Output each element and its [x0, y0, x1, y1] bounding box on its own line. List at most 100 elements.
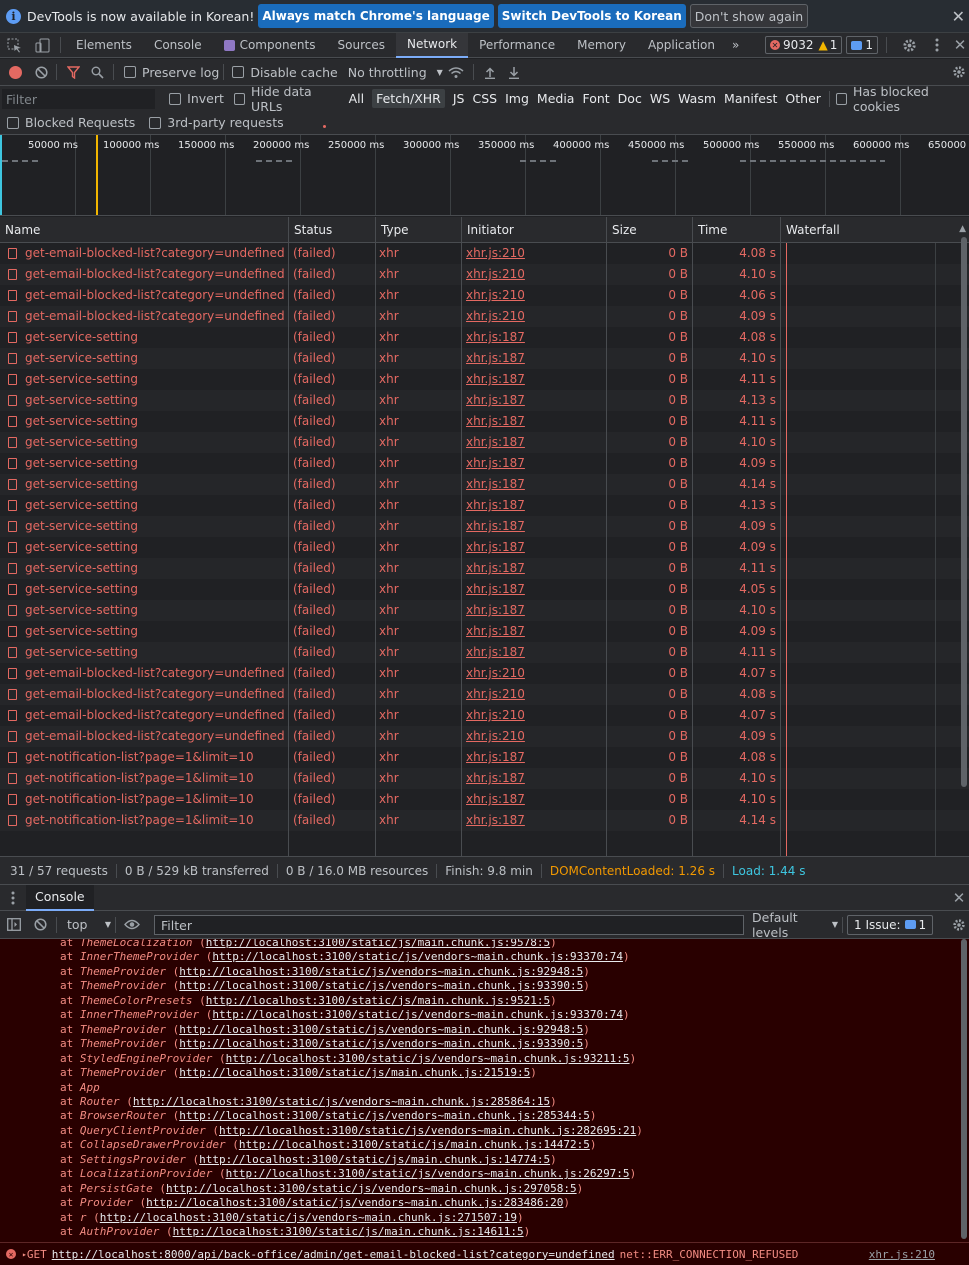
tab-console[interactable]: Console	[143, 33, 213, 58]
table-row[interactable]: get-service-setting (failed) xhr xhr.js:187…	[0, 327, 969, 348]
filter-type-media[interactable]: Media	[537, 91, 575, 106]
table-row[interactable]: get-notification-list?page=1&limit=10 (fa…	[0, 768, 969, 789]
table-row[interactable]: get-email-blocked-list?category=undefine…	[0, 306, 969, 327]
stack-source-link[interactable]: http://localhost:3100/static/js/vendors~…	[212, 950, 623, 963]
request-initiator-link[interactable]: xhr.js:187	[466, 327, 525, 348]
table-row[interactable]: get-email-blocked-list?category=undefine…	[0, 726, 969, 747]
column-type[interactable]: Type	[376, 217, 462, 243]
table-row[interactable]: get-service-setting (failed) xhr xhr.js:187…	[0, 474, 969, 495]
table-row[interactable]: get-email-blocked-list?category=undefine…	[0, 684, 969, 705]
messages-counter-button[interactable]: 1	[846, 36, 878, 54]
third-party-checkbox[interactable]: 3rd-party requests	[149, 115, 284, 130]
tab-sources[interactable]: Sources	[327, 33, 396, 58]
invert-checkbox[interactable]: Invert	[169, 91, 224, 106]
request-initiator-link[interactable]: xhr.js:187	[466, 558, 525, 579]
column-waterfall[interactable]: Waterfall	[781, 217, 969, 243]
inspect-element-icon[interactable]	[0, 33, 28, 58]
error-request-url-link[interactable]: http://localhost:8000/api/back-office/ad…	[52, 1248, 615, 1261]
request-initiator-link[interactable]: xhr.js:187	[466, 789, 525, 810]
filter-type-img[interactable]: Img	[505, 91, 529, 106]
switch-to-korean-button[interactable]: Switch DevTools to Korean	[497, 4, 686, 28]
table-row[interactable]: get-service-setting (failed) xhr xhr.js:187…	[0, 642, 969, 663]
request-initiator-link[interactable]: xhr.js:187	[466, 348, 525, 369]
stack-source-link[interactable]: http://localhost:3100/static/js/vendors~…	[179, 1023, 583, 1036]
table-scrollbar[interactable]	[961, 237, 967, 787]
request-initiator-link[interactable]: xhr.js:187	[466, 747, 525, 768]
filter-type-wasm[interactable]: Wasm	[678, 91, 716, 106]
tab-application[interactable]: Application	[637, 33, 726, 58]
console-filter-input[interactable]: Filter	[154, 914, 744, 935]
filter-type-js[interactable]: JS	[453, 91, 465, 106]
table-row[interactable]: get-notification-list?page=1&limit=10 (fa…	[0, 747, 969, 768]
table-row[interactable]: get-service-setting (failed) xhr xhr.js:187…	[0, 369, 969, 390]
request-initiator-link[interactable]: xhr.js:187	[466, 642, 525, 663]
request-initiator-link[interactable]: xhr.js:187	[466, 537, 525, 558]
request-initiator-link[interactable]: xhr.js:210	[466, 243, 525, 264]
filter-type-font[interactable]: Font	[582, 91, 609, 106]
more-options-icon[interactable]	[927, 33, 947, 58]
stack-source-link[interactable]: http://localhost:3100/static/js/main.chu…	[179, 1066, 530, 1079]
request-initiator-link[interactable]: xhr.js:187	[466, 411, 525, 432]
request-initiator-link[interactable]: xhr.js:210	[466, 264, 525, 285]
table-row[interactable]: get-service-setting (failed) xhr xhr.js:187…	[0, 411, 969, 432]
stack-source-link[interactable]: http://localhost:3100/static/js/main.chu…	[173, 1225, 524, 1238]
tab-performance[interactable]: Performance	[468, 33, 566, 58]
drawer-menu-icon[interactable]	[0, 885, 26, 910]
stack-source-link[interactable]: http://localhost:3100/static/js/vendors~…	[100, 1211, 517, 1224]
column-status[interactable]: Status	[289, 217, 376, 243]
export-har-icon[interactable]	[502, 60, 526, 85]
request-initiator-link[interactable]: xhr.js:210	[466, 663, 525, 684]
stack-source-link[interactable]: http://localhost:3100/static/js/vendors~…	[146, 1196, 563, 1209]
throttling-select[interactable]: No throttling ▼	[348, 65, 443, 80]
disable-cache-checkbox[interactable]: Disable cache	[232, 65, 338, 80]
tab-network[interactable]: Network	[395, 32, 469, 58]
table-row[interactable]: get-service-setting (failed) xhr xhr.js:187…	[0, 495, 969, 516]
request-initiator-link[interactable]: xhr.js:187	[466, 600, 525, 621]
dont-show-again-button[interactable]: Don't show again	[689, 4, 809, 28]
table-row[interactable]: get-service-setting (failed) xhr xhr.js:187…	[0, 579, 969, 600]
has-blocked-cookies-checkbox[interactable]: Has blocked cookies	[835, 84, 969, 114]
request-initiator-link[interactable]: xhr.js:210	[466, 684, 525, 705]
log-levels-select[interactable]: Default levels ▼	[752, 910, 838, 940]
console-sidebar-icon[interactable]	[0, 912, 28, 937]
network-settings-gear-icon[interactable]	[949, 60, 969, 85]
table-row[interactable]: get-email-blocked-list?category=undefine…	[0, 264, 969, 285]
more-tabs-icon[interactable]: »	[726, 33, 745, 58]
filter-input[interactable]: Filter	[2, 88, 156, 109]
table-row[interactable]: get-service-setting (failed) xhr xhr.js:187…	[0, 621, 969, 642]
clear-icon[interactable]	[30, 60, 52, 85]
tab-elements[interactable]: Elements	[65, 33, 143, 58]
console-scrollbar[interactable]	[961, 939, 967, 1239]
table-row[interactable]: get-email-blocked-list?category=undefine…	[0, 285, 969, 306]
stack-source-link[interactable]: http://localhost:3100/static/js/vendors~…	[179, 979, 583, 992]
stack-source-link[interactable]: http://localhost:3100/static/js/vendors~…	[212, 1008, 623, 1021]
request-initiator-link[interactable]: xhr.js:187	[466, 369, 525, 390]
table-row[interactable]: get-email-blocked-list?category=undefine…	[0, 705, 969, 726]
record-button[interactable]	[9, 65, 22, 79]
stack-source-link[interactable]: http://localhost:3100/static/js/main.chu…	[239, 1138, 590, 1151]
context-select[interactable]: top ▼	[67, 917, 111, 932]
column-name[interactable]: Name	[0, 217, 289, 243]
table-row[interactable]: get-service-setting (failed) xhr xhr.js:187…	[0, 390, 969, 411]
error-source-link[interactable]: xhr.js:210	[869, 1248, 935, 1261]
drawer-tab-console[interactable]: Console	[26, 884, 94, 911]
filter-type-doc[interactable]: Doc	[618, 91, 642, 106]
request-initiator-link[interactable]: xhr.js:210	[466, 726, 525, 747]
stack-source-link[interactable]: http://localhost:3100/static/js/main.chu…	[206, 939, 550, 949]
filter-type-other[interactable]: Other	[785, 91, 821, 106]
filter-type-manifest[interactable]: Manifest	[724, 91, 777, 106]
request-initiator-link[interactable]: xhr.js:210	[466, 705, 525, 726]
network-overview-timeline[interactable]: 50000 ms 100000 ms 150000 ms 200000 ms 25000…	[0, 135, 969, 216]
stack-source-link[interactable]: http://localhost:3100/static/js/vendors~…	[226, 1052, 630, 1065]
request-initiator-link[interactable]: xhr.js:187	[466, 495, 525, 516]
column-initiator[interactable]: Initiator	[462, 217, 607, 243]
request-initiator-link[interactable]: xhr.js:210	[466, 306, 525, 327]
settings-gear-icon[interactable]	[895, 33, 923, 58]
table-row[interactable]: get-service-setting (failed) xhr xhr.js:187…	[0, 537, 969, 558]
stack-source-link[interactable]: http://localhost:3100/static/js/vendors~…	[226, 1167, 630, 1180]
stack-source-link[interactable]: http://localhost:3100/static/js/vendors~…	[179, 1037, 583, 1050]
stack-source-link[interactable]: http://localhost:3100/static/js/vendors~…	[179, 965, 583, 978]
table-row[interactable]: get-service-setting (failed) xhr xhr.js:187…	[0, 348, 969, 369]
table-row[interactable]: get-service-setting (failed) xhr xhr.js:187…	[0, 453, 969, 474]
stack-source-link[interactable]: http://localhost:3100/static/js/main.chu…	[199, 1153, 550, 1166]
